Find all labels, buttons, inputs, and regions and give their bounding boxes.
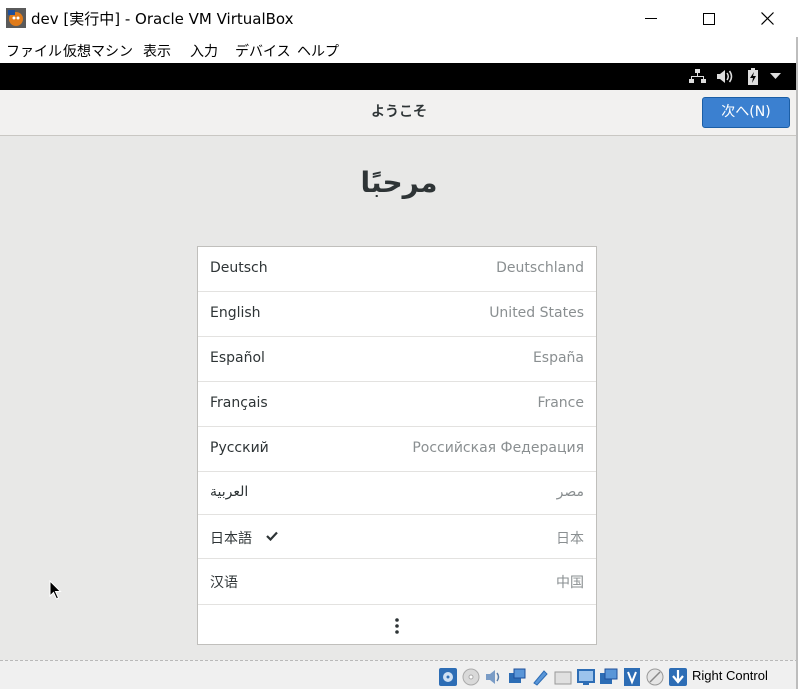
more-vertical-icon [395,618,399,634]
headerbar: ようこそ 次へ(N) [0,90,798,136]
system-menu-chevron-down-icon[interactable] [770,73,781,79]
network-icon[interactable] [689,68,706,85]
language-country: 中国 [556,575,584,591]
battery-icon[interactable] [747,68,759,85]
guest-top-bar [0,63,798,90]
window-titlebar: dev [実行中] - Oracle VM VirtualBox [0,0,798,37]
video-capture-icon[interactable] [599,667,619,687]
host-key-arrow-down-icon[interactable] [668,667,688,687]
language-country: España [532,350,584,366]
language-row-english[interactable]: English United States [198,292,596,337]
vm-statusbar: Right Control [0,660,798,689]
window-title: dev [実行中] - Oracle VM VirtualBox [31,10,294,28]
language-name: العربية [210,484,249,500]
language-country: Российская Федерация [412,440,584,456]
welcome-content: مرحبًا Deutsch Deutschland English Unite… [0,136,798,660]
language-row-russian[interactable]: Русский Российская Федерация [198,427,596,472]
language-list: Deutsch Deutschland English United State… [197,246,597,645]
close-button[interactable] [738,0,796,37]
language-name: 日本語 [210,531,252,547]
maximize-icon [703,12,715,25]
language-name: Español [210,350,265,366]
page-title: ようこそ [371,104,427,120]
network-adapter-icon[interactable] [507,667,527,687]
shared-folders-icon[interactable] [553,667,573,687]
virtualbox-app-icon [6,8,26,28]
language-row-espanol[interactable]: Español España [198,337,596,382]
checkmark-icon [266,531,278,541]
language-name: English [210,305,261,321]
language-row-chinese[interactable]: 汉语 中国 [198,559,596,605]
menu-file[interactable]: ファイル [6,41,62,61]
more-languages-button[interactable] [198,606,596,646]
language-row-francais[interactable]: Français France [198,382,596,427]
hard-disk-icon[interactable] [438,667,458,687]
language-name: 汉语 [210,575,238,591]
greeting-heading: مرحبًا [360,166,438,199]
menu-view[interactable]: 表示 [143,41,171,61]
language-name: Français [210,395,268,411]
language-name: Deutsch [210,260,268,276]
audio-icon[interactable] [484,667,504,687]
menu-input[interactable]: 入力 [190,41,218,61]
menu-help[interactable]: ヘルプ [297,41,339,61]
next-button[interactable]: 次へ(N) [702,97,790,128]
usb-icon[interactable] [530,667,550,687]
language-name: Русский [210,440,269,456]
language-country: مصر [556,484,584,500]
language-country: Deutschland [496,260,584,276]
menu-devices[interactable]: デバイス [235,41,291,61]
language-country: 日本 [556,531,584,547]
minimize-icon [645,17,657,19]
language-row-japanese[interactable]: 日本語 日本 [198,515,596,559]
minimize-button[interactable] [622,0,680,37]
menubar: ファイル 仮想マシン 表示 入力 デバイス ヘルプ [0,37,798,63]
menu-machine[interactable]: 仮想マシン [63,41,133,61]
volume-icon[interactable] [716,68,734,85]
close-icon [760,12,774,25]
mouse-cursor-icon [49,580,62,600]
host-key-label: Right Control [692,668,768,683]
language-row-arabic[interactable]: العربية مصر [198,472,596,515]
optical-disk-icon[interactable] [461,667,481,687]
display-icon[interactable] [576,667,596,687]
language-country: United States [489,305,584,321]
language-row-deutsch[interactable]: Deutsch Deutschland [198,247,596,292]
virtualization-icon[interactable] [622,667,642,687]
language-country: France [537,395,584,411]
mouse-integration-icon[interactable] [645,667,665,687]
maximize-button[interactable] [680,0,738,37]
